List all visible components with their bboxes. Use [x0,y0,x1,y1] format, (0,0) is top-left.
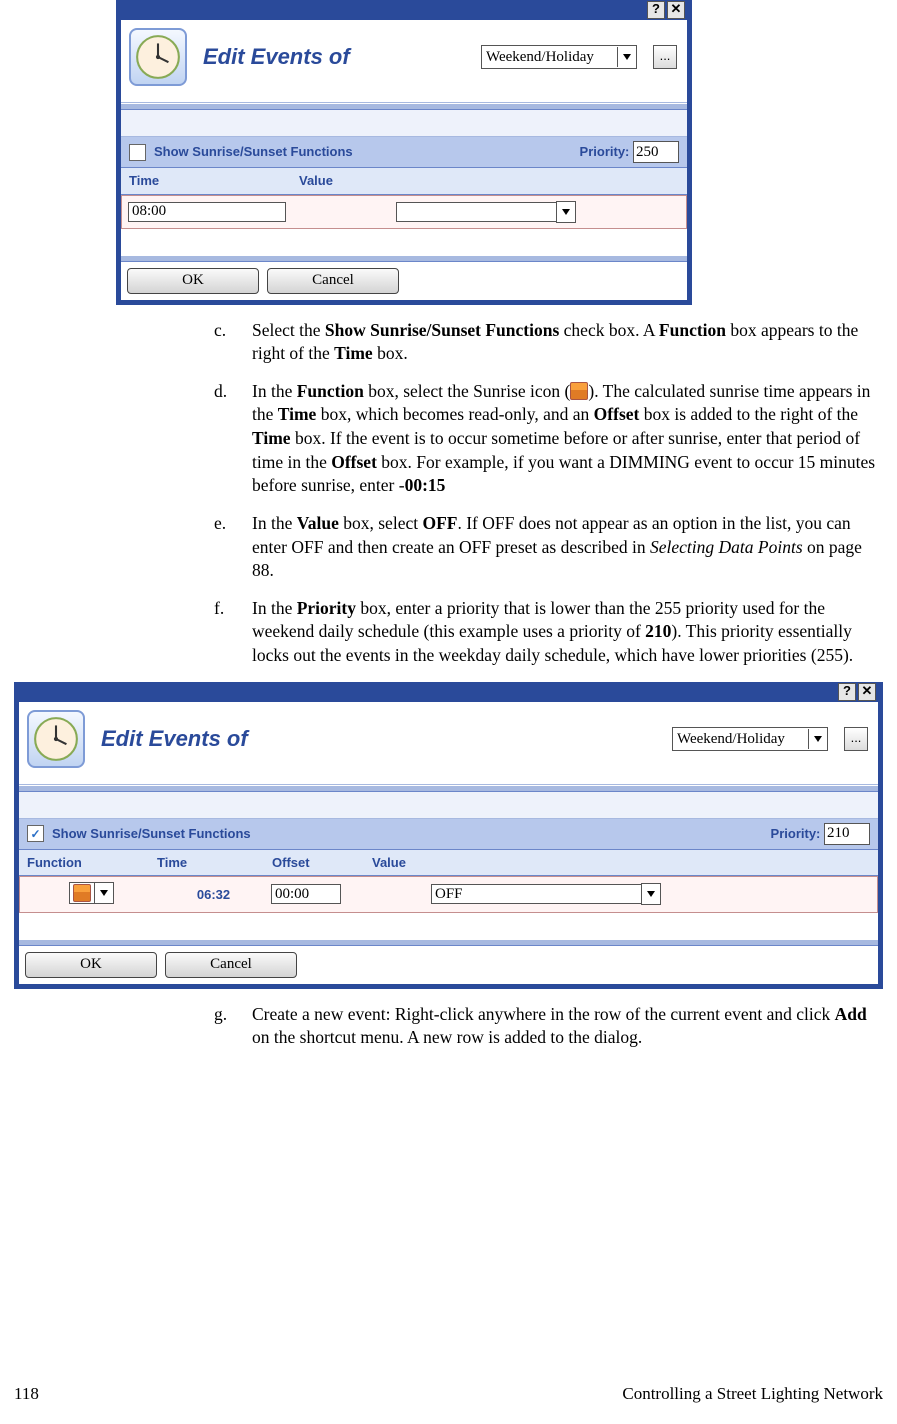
edit-events-dialog-1: ? ✕ Edit Events of Weekend/Holiday ... S… [116,0,692,305]
value-field[interactable] [431,883,661,905]
offset-input[interactable] [271,884,341,904]
chevron-down-icon [808,729,827,749]
show-sunrise-label: Show Sunrise/Sunset Functions [52,825,251,843]
col-function: Function [27,854,157,872]
event-row[interactable] [121,195,687,229]
time-readonly: 06:32 [156,886,271,904]
help-button[interactable]: ? [838,683,856,701]
dialog-title: Edit Events of [203,42,350,72]
browse-button[interactable]: ... [653,45,677,69]
schedule-select[interactable]: Weekend/Holiday [672,727,828,751]
browse-button[interactable]: ... [844,727,868,751]
edit-events-dialog-2: ? ✕ Edit Events of Weekend/Holiday ... S… [14,682,883,989]
sunrise-icon [570,382,588,400]
button-row: OK Cancel [19,946,878,984]
column-headers: Function Time Offset Value [19,850,878,877]
dialog-title: Edit Events of [101,724,248,754]
show-sunrise-label: Show Sunrise/Sunset Functions [154,143,353,161]
options-row: Show Sunrise/Sunset Functions Priority: [121,137,687,168]
schedule-select[interactable]: Weekend/Holiday [481,45,637,69]
help-button[interactable]: ? [647,1,665,19]
schedule-select-value: Weekend/Holiday [486,47,594,67]
footer-title: Controlling a Street Lighting Network [622,1383,883,1406]
close-button[interactable]: ✕ [667,1,685,19]
step-e: e. In the Value box, select OFF. If OFF … [14,512,883,583]
priority-label: Priority: [580,143,630,161]
priority-input[interactable] [824,823,870,845]
column-headers: Time Value [121,168,687,195]
dialog-titlebar: ? ✕ [121,0,687,20]
priority-input[interactable] [633,141,679,163]
chevron-down-icon[interactable] [556,201,576,223]
chevron-down-icon [617,47,636,67]
col-value: Value [372,854,406,872]
show-sunrise-checkbox[interactable] [129,144,146,161]
dialog-titlebar: ? ✕ [19,682,878,702]
sunrise-icon [73,884,91,902]
value-input[interactable] [431,884,641,904]
cancel-button[interactable]: Cancel [267,268,399,294]
ok-button[interactable]: OK [127,268,259,294]
dialog-header: Edit Events of Weekend/Holiday ... [121,20,687,103]
instruction-list: c. Select the Show Sunrise/Sunset Functi… [14,319,883,668]
col-offset: Offset [272,854,372,872]
function-select[interactable] [94,882,114,904]
schedule-select-value: Weekend/Holiday [677,729,785,749]
options-row: Show Sunrise/Sunset Functions Priority: [19,819,878,850]
col-value: Value [299,172,333,190]
dialog-header: Edit Events of Weekend/Holiday ... [19,702,878,785]
step-g: g. Create a new event: Right-click anywh… [14,1003,883,1050]
close-button[interactable]: ✕ [858,683,876,701]
ok-button[interactable]: OK [25,952,157,978]
chevron-down-icon[interactable] [641,883,661,905]
col-time: Time [129,172,299,190]
value-field[interactable] [396,201,576,223]
step-f: f. In the Priority box, enter a priority… [14,597,883,668]
event-row[interactable]: 06:32 [19,876,878,913]
clock-icon [129,28,187,86]
page-number: 118 [14,1383,39,1406]
priority-label: Priority: [771,825,821,843]
step-d: d. In the Function box, select the Sunri… [14,380,883,498]
instruction-list-2: g. Create a new event: Right-click anywh… [14,1003,883,1050]
cancel-button[interactable]: Cancel [165,952,297,978]
show-sunrise-checkbox[interactable] [27,825,44,842]
col-time: Time [157,854,272,872]
value-input[interactable] [396,202,556,222]
step-c: c. Select the Show Sunrise/Sunset Functi… [14,319,883,366]
clock-icon [27,710,85,768]
time-input[interactable] [128,202,286,222]
button-row: OK Cancel [121,262,687,300]
